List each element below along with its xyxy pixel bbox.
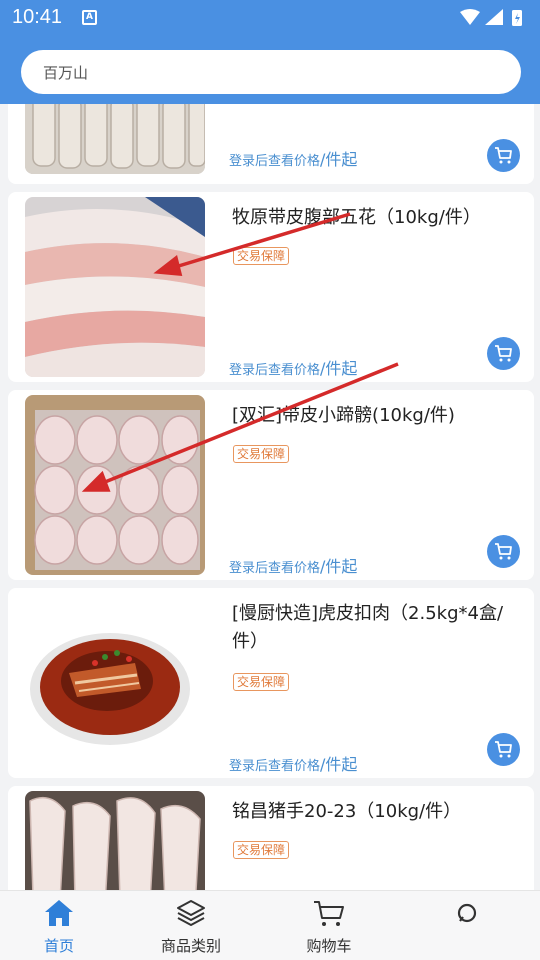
tab-categories[interactable]: 商品类别 (141, 891, 241, 960)
price-unit: /件起 (320, 359, 358, 378)
clock: 10:41 (12, 6, 63, 28)
price-line: 登录后查看价格/件起 (229, 146, 357, 170)
search-text: 百万山 (43, 64, 89, 82)
price-text: 登录后查看价格 (229, 561, 321, 576)
notification-icon: A (82, 10, 97, 25)
tab-cart[interactable]: 购物车 (279, 891, 379, 960)
price-unit: /件起 (320, 150, 358, 169)
product-title[interactable]: 铭昌猪手20-23（10kg/件） (232, 798, 524, 826)
search-header: 百万山 (0, 36, 540, 104)
tab-label: 商品类别 (160, 937, 221, 955)
status-bar: 10:41 A (0, 0, 540, 36)
product-image[interactable] (25, 791, 205, 890)
product-card[interactable]: 铭昌猪手20-23（10kg/件） 交易保障 (8, 786, 534, 890)
price-unit: /件起 (320, 557, 358, 576)
add-to-cart-button[interactable] (487, 139, 520, 172)
product-image[interactable] (25, 593, 205, 773)
cart-icon (495, 345, 512, 362)
tab-label: 首页 (43, 937, 74, 955)
tab-profile[interactable] (417, 891, 517, 960)
add-to-cart-button[interactable] (487, 535, 520, 568)
wifi-icon (460, 9, 480, 25)
product-title[interactable]: [慢厨快造]虎皮扣肉（2.5kg*4盒/件） (232, 600, 524, 656)
product-card[interactable]: [双汇]带皮小蹄髈(10kg/件) 交易保障 登录后查看价格/件起 (8, 390, 534, 580)
product-image[interactable] (25, 395, 205, 575)
price-text: 登录后查看价格 (229, 363, 321, 378)
price-line: 登录后查看价格/件起 (229, 553, 357, 577)
tab-home[interactable]: 首页 (9, 891, 109, 960)
add-to-cart-button[interactable] (487, 337, 520, 370)
trade-guarantee-badge: 交易保障 (233, 673, 290, 691)
add-to-cart-button[interactable] (487, 733, 520, 766)
cart-icon (495, 543, 512, 560)
price-line: 登录后查看价格/件起 (229, 355, 357, 379)
price-line: 登录后查看价格/件起 (229, 751, 357, 775)
bottom-tab-bar: 首页 商品类别 购物车 (0, 890, 540, 960)
trade-guarantee-badge: 交易保障 (233, 247, 290, 265)
home-icon (45, 900, 73, 926)
product-card[interactable]: [慢厨快造]虎皮扣肉（2.5kg*4盒/件） 交易保障 登录后查看价格/件起 (8, 588, 534, 778)
price-text: 登录后查看价格 (229, 759, 321, 774)
trade-guarantee-badge: 交易保障 (233, 841, 290, 859)
cart-icon (495, 147, 512, 164)
product-title[interactable]: 牧原带皮腹部五花（10kg/件） (232, 204, 524, 232)
tab-label: 购物车 (306, 937, 352, 955)
product-image[interactable] (25, 197, 205, 377)
layers-icon (177, 900, 205, 926)
price-text: 登录后查看价格 (229, 154, 321, 169)
system-status-icons (460, 9, 522, 26)
profile-icon (457, 903, 477, 923)
cart-icon (495, 741, 512, 758)
product-title[interactable]: [双汇]带皮小蹄髈(10kg/件) (232, 402, 524, 430)
product-image[interactable] (25, 104, 205, 174)
search-input[interactable]: 百万山 (21, 50, 521, 94)
trade-guarantee-badge: 交易保障 (233, 445, 290, 463)
signal-icon (485, 9, 503, 25)
product-card[interactable]: 牧原带皮腹部五花（10kg/件） 交易保障 登录后查看价格/件起 (8, 192, 534, 382)
product-card[interactable]: 登录后查看价格/件起 (8, 104, 534, 184)
product-list[interactable]: 登录后查看价格/件起 牧原带皮腹部五花（10kg/件） 交易保障 登录后查看价格… (0, 104, 540, 890)
cart-icon (314, 901, 344, 926)
price-unit: /件起 (320, 755, 358, 774)
